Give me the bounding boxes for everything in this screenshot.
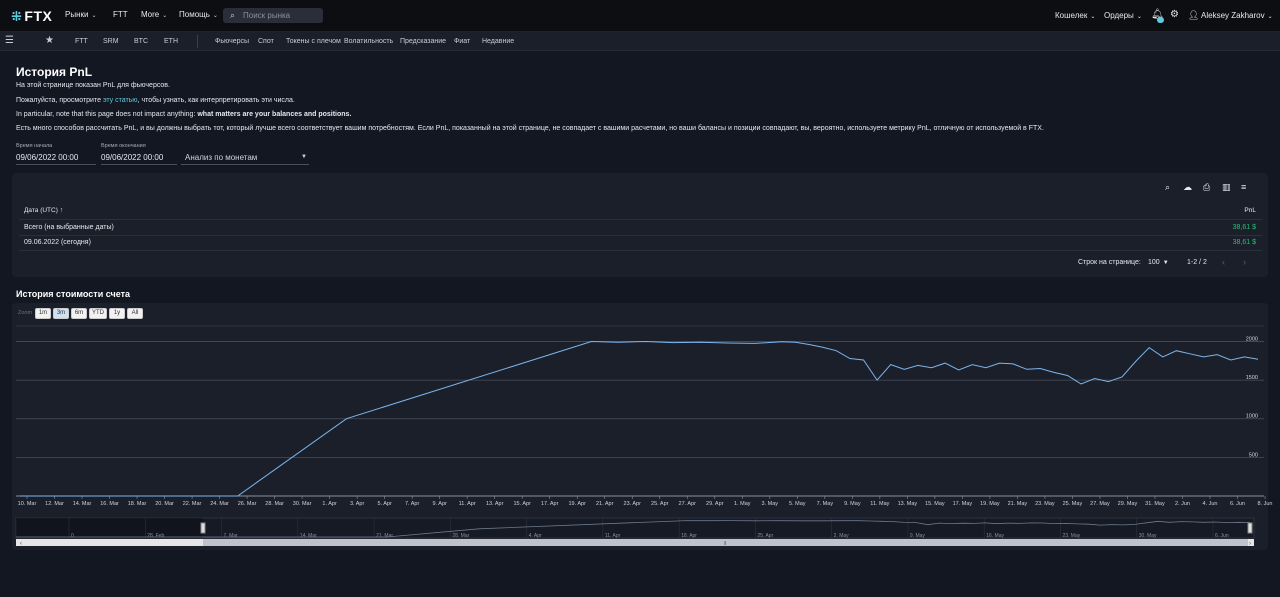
y-tick-label: 1000 (1246, 414, 1258, 420)
navigator-tick-label: 18. Apr (681, 533, 697, 539)
x-tick-label: 11. Apr (459, 501, 476, 507)
x-tick-label: 19. Apr (569, 501, 587, 507)
x-tick-label: 17. May (953, 501, 973, 507)
y-tick-label: 1500 (1246, 375, 1258, 381)
x-tick-label: 23. May (1035, 501, 1055, 507)
navigator-handle-right[interactable] (1247, 522, 1253, 534)
x-tick-label: 5. May (789, 501, 806, 507)
navigator-tick-label: 4. Apr (529, 533, 542, 539)
x-tick-label: 22. Mar (183, 501, 202, 507)
x-tick-label: 27. Apr (679, 501, 697, 507)
navigator-tick-label: 16. May (986, 533, 1004, 539)
x-tick-label: 20. Mar (155, 501, 174, 507)
x-tick-label: 3. Apr (350, 501, 365, 507)
x-tick-label: 11. May (870, 501, 889, 507)
x-tick-label: 10. Mar (18, 501, 37, 507)
x-tick-label: 8. Jun (1258, 501, 1273, 507)
x-tick-label: 6. Jun (1230, 501, 1245, 507)
x-tick-label: 29. May (1118, 501, 1138, 507)
x-tick-label: 7. May (817, 501, 834, 507)
x-tick-label: 21. Apr (596, 501, 614, 507)
x-tick-label: 15. May (925, 501, 945, 507)
navigator-tick-label: 30. May (1139, 533, 1157, 539)
x-tick-label: 5. Apr (377, 501, 392, 507)
y-tick-label: 500 (1249, 452, 1258, 458)
navigator-tick-label: 7. Mar (224, 533, 239, 539)
x-tick-label: 15. Apr (513, 501, 531, 507)
x-tick-label: 19. May (980, 501, 1000, 507)
x-tick-label: 4. Jun (1202, 501, 1217, 507)
x-tick-label: 25. Apr (651, 501, 669, 507)
navigator-tick-label: 14. Mar (300, 533, 317, 539)
navigator-tick-label: 9. May (910, 533, 926, 539)
x-tick-label: 26. Mar (238, 501, 257, 507)
chart-gridlines (16, 341, 1264, 497)
x-tick-label: 1. Apr (322, 501, 337, 507)
scrollbar-left-arrow-icon[interactable]: ‹ (20, 541, 22, 547)
x-tick-label: 29. Apr (706, 501, 724, 507)
x-tick-label: 28. Mar (265, 501, 284, 507)
chart-x-axis: 10. Mar 12. Mar 14. Mar 16. Mar 18. Mar 20. M… (18, 496, 1273, 507)
navigator-tick-label: 11. Apr (605, 533, 621, 539)
x-tick-label: 9. Apr (432, 501, 447, 507)
x-tick-label: 31. May (1145, 501, 1165, 507)
navigator-tick-label: 23. May (1062, 533, 1080, 539)
navigator-tick-label: 0 (71, 533, 74, 539)
x-tick-label: 27. May (1090, 501, 1110, 507)
x-tick-label: 16. Mar (100, 501, 119, 507)
x-tick-label: 2. Jun (1175, 501, 1190, 507)
navigator-tick-label: 2. May (834, 533, 850, 539)
navigator-tick-label: 21. Mar (376, 533, 393, 539)
scrollbar-right-arrow-icon[interactable]: › (1249, 541, 1251, 547)
x-tick-label: 13. Apr (486, 501, 504, 507)
x-tick-label: 9. May (844, 501, 861, 507)
navigator-tick-label: 25. Apr (757, 533, 773, 539)
account-value-chart[interactable]: 500 1000 1500 2000 10. Mar 12. Mar 14. Mar 16.… (0, 0, 1280, 597)
x-tick-label: 3. May (762, 501, 779, 507)
x-tick-label: 25. May (1063, 501, 1083, 507)
navigator-tick-label: 6. Jun (1215, 533, 1229, 539)
chart-y-axis: 500 1000 1500 2000 (1246, 336, 1258, 458)
x-tick-label: 30. Mar (293, 501, 312, 507)
navigator-tick-label: 28. Feb (147, 533, 164, 539)
navigator-handle-left[interactable] (200, 522, 206, 534)
navigator-mask-left (16, 518, 203, 538)
x-tick-label: 24. Mar (210, 501, 229, 507)
x-tick-label: 1. May (734, 501, 751, 507)
x-tick-label: 18. Mar (128, 501, 147, 507)
x-tick-label: 7. Apr (405, 501, 420, 507)
x-tick-label: 12. Mar (45, 501, 64, 507)
x-tick-label: 17. Apr (541, 501, 559, 507)
x-tick-label: 14. Mar (73, 501, 92, 507)
navigator-tick-label: 28. Mar (452, 533, 469, 539)
y-tick-label: 2000 (1246, 336, 1258, 342)
x-tick-label: 21. May (1008, 501, 1028, 507)
x-tick-label: 23. Apr (624, 501, 642, 507)
x-tick-label: 13. May (898, 501, 918, 507)
scrollbar-grip-icon[interactable]: ⦀ (724, 541, 726, 547)
